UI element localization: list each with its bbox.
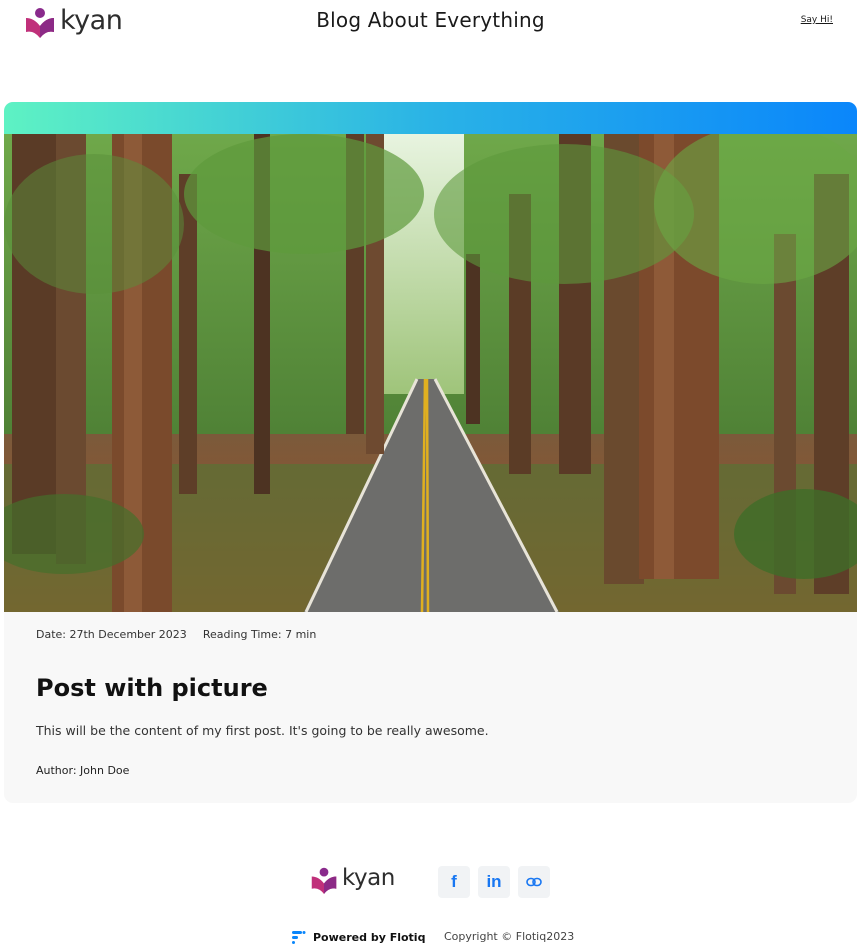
powered-by-text: Powered by Flotiq	[313, 930, 426, 944]
powered-by-flotiq[interactable]: Powered by Flotiq	[291, 929, 425, 945]
post-date: Date: 27th December 2023	[36, 628, 187, 641]
flotiq-icon	[292, 931, 306, 944]
footer-logo-text: kyan	[342, 864, 395, 891]
site-header: kyan Blog About Everything Say Hi!	[0, 0, 861, 44]
kyan-logo-icon	[311, 867, 337, 894]
say-hi-link[interactable]: Say Hi!	[801, 15, 833, 25]
link-icon	[526, 877, 542, 887]
post-reading-time: Reading Time: 7 min	[202, 628, 317, 641]
post-title[interactable]: Post with picture	[36, 674, 268, 702]
post-excerpt: This will be the content of my first pos…	[36, 723, 489, 738]
post-author: Author: John Doe	[36, 764, 130, 777]
linkedin-link[interactable]: in	[478, 866, 510, 898]
post-meta: Date: 27th December 2023 Reading Time: 7…	[36, 628, 316, 641]
copyright: Copyright © Flotiq2023	[444, 930, 575, 943]
card-gradient-bar	[4, 102, 857, 134]
facebook-icon: f	[451, 872, 457, 891]
linkedin-icon: in	[486, 872, 502, 891]
post-card[interactable]: Date: 27th December 2023 Reading Time: 7…	[4, 102, 857, 803]
site-title: Blog About Everything	[316, 8, 545, 32]
copy-link-button[interactable]	[518, 866, 550, 898]
facebook-link[interactable]: f	[438, 866, 470, 898]
footer-logo[interactable]: kyan	[310, 866, 395, 894]
post-image	[4, 134, 857, 612]
